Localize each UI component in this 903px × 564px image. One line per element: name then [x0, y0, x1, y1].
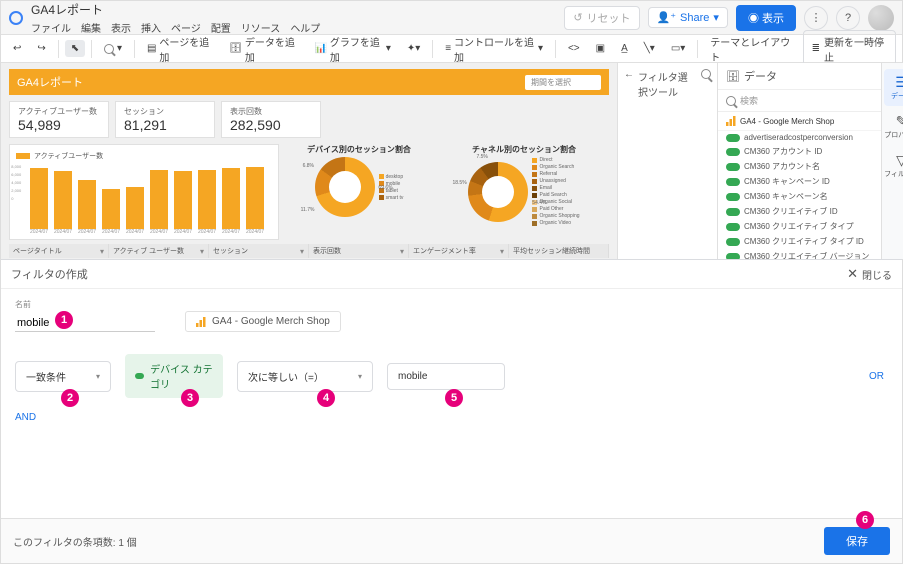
data-icon: 🗄 — [726, 70, 740, 83]
kpi-label: アクティブユーザー数 — [18, 106, 100, 117]
kpi-label: 表示回数 — [230, 106, 312, 117]
kpi-label: セッション — [124, 106, 206, 117]
add-control-button[interactable]: ≡ コントロールを追加 ▾ — [439, 31, 549, 67]
field-item[interactable]: CM360 クリエイティブ バージョン — [718, 249, 881, 259]
filter-clause-count: このフィルタの条項数: 1 個 — [13, 534, 137, 549]
or-button[interactable]: OR — [869, 371, 888, 382]
help-icon[interactable]: ? — [836, 6, 860, 30]
field-item[interactable]: CM360 アカウント名 — [718, 159, 881, 174]
field-item[interactable]: CM360 クリエイティブ タイプ ID — [718, 234, 881, 249]
chart-title: デバイス別のセッション割合 — [307, 144, 411, 155]
select-tool-icon[interactable]: ⬉ — [65, 40, 85, 57]
datasource-name: GA4 - Google Merch Shop — [740, 117, 834, 126]
date-range-control[interactable]: 期間を選択 — [525, 75, 601, 90]
user-avatar[interactable] — [868, 5, 894, 31]
field-item[interactable]: CM360 クリエイティブ タイプ — [718, 219, 881, 234]
theme-button[interactable]: テーマとレイアウト — [704, 31, 798, 67]
dialog-title: フィルタの作成 — [11, 266, 88, 282]
and-button[interactable]: AND — [15, 412, 36, 423]
document-title[interactable]: GA4レポート — [31, 1, 320, 18]
data-panel: 🗄 データ 検索 GA4 - Google Merch Shop advertis… — [717, 63, 881, 259]
redo-icon[interactable]: ↪ — [31, 40, 51, 57]
search-icon[interactable] — [701, 69, 711, 79]
undo-icon[interactable]: ↩ — [7, 40, 27, 57]
kpi-card-active-users[interactable]: アクティブユーザー数 54,989 — [9, 101, 109, 138]
funnel-icon: ▽ — [896, 152, 903, 169]
more-options-icon[interactable]: ⋮ — [804, 6, 828, 30]
kpi-card-sessions[interactable]: セッション 81,291 — [115, 101, 215, 138]
annotation-badge-3: 3 — [181, 389, 199, 407]
list-icon: ☰ — [895, 74, 903, 91]
kpi-value: 81,291 — [124, 117, 206, 133]
reset-button[interactable]: ↺ リセット — [564, 6, 639, 30]
side-tab-data[interactable]: ☰データ — [884, 69, 903, 106]
filter-select-tool-panel: ← フィルタ選択ツール — [617, 63, 717, 259]
view-button[interactable]: ◉ 表示 — [736, 5, 796, 31]
side-tab-filterbar[interactable]: ▽フィルタバ — [884, 147, 903, 184]
community-viz-icon[interactable]: ✦▾ — [401, 40, 426, 57]
ga-icon — [196, 317, 206, 327]
field-search-input[interactable]: 検索 — [718, 90, 881, 112]
add-page-button[interactable]: ▤ ページを追加 — [141, 31, 219, 67]
field-item[interactable]: CM360 キャンペーン ID — [718, 174, 881, 189]
field-item[interactable]: CM360 クリエイティブ ID — [718, 204, 881, 219]
datasource-row[interactable]: GA4 - Google Merch Shop — [718, 112, 881, 131]
annotation-badge-5: 5 — [445, 389, 463, 407]
side-tab-property[interactable]: ✎プロパティ — [884, 108, 903, 145]
donut-channel[interactable]: チャネル別のセッション割合 54.4% 18.5% 7.5% Direct Or… — [439, 144, 609, 226]
back-arrow-icon[interactable]: ← — [624, 69, 634, 80]
filter-create-dialog: フィルタの作成 ✕閉じる 名前 GA4 - Google Merch Shop … — [1, 259, 902, 563]
annotation-badge-2: 2 — [61, 389, 79, 407]
add-data-button[interactable]: 🗄 データを追加 — [223, 31, 304, 67]
field-item[interactable]: advertiseradcostperconversion — [718, 131, 881, 144]
close-icon: ✕ — [847, 266, 858, 282]
looker-logo-icon — [9, 11, 23, 25]
url-embed-icon[interactable]: <> — [562, 40, 586, 57]
dimension-select[interactable]: デバイス カテゴリ — [125, 354, 223, 398]
operator-select[interactable]: 次に等しい（=）▾ — [237, 361, 373, 392]
report-title: GA4レポート — [17, 74, 83, 90]
save-button[interactable]: 保存 — [824, 527, 890, 555]
donut-device[interactable]: デバイス別のセッション割合 69.6% 11.7% 6.8% desktop m… — [289, 144, 429, 217]
menu-view[interactable]: 表示 — [111, 20, 131, 35]
annotation-badge-1: 1 — [55, 311, 73, 329]
share-button[interactable]: 👤⁺ Share ▾ — [648, 7, 728, 28]
datasource-selector[interactable]: GA4 - Google Merch Shop — [185, 311, 341, 332]
bar-chart[interactable]: アクティブユーザー数 2024/07/172024/07/182024/07/1… — [9, 144, 279, 240]
datasource-name: GA4 - Google Merch Shop — [212, 316, 330, 327]
image-icon[interactable]: ▣ — [590, 40, 611, 57]
menu-edit[interactable]: 編集 — [81, 20, 101, 35]
shape-icon[interactable]: ▭▾ — [665, 40, 691, 57]
kpi-value: 54,989 — [18, 117, 100, 133]
table-header-row[interactable]: ページタイトル▾ アクティブ ユーザー数▾ セッション▾ 表示回数▾ エンゲージ… — [9, 244, 609, 258]
ga-icon — [726, 116, 736, 126]
text-icon[interactable]: A̲ — [615, 40, 634, 57]
zoom-icon[interactable]: ▾ — [98, 40, 128, 57]
filter-name-input[interactable] — [15, 314, 155, 332]
panel-title: データ — [744, 68, 777, 84]
name-label: 名前 — [15, 299, 155, 310]
report-canvas[interactable]: GA4レポート 期間を選択 アクティブユーザー数 54,989 セッション 81… — [1, 63, 617, 259]
pause-updates-button[interactable]: ≣ 更新を一時停止 — [803, 30, 896, 68]
panel-title: フィルタ選択ツール — [638, 69, 697, 99]
annotation-badge-6: 6 — [856, 511, 874, 529]
kpi-value: 282,590 — [230, 117, 312, 133]
value-input[interactable]: mobile — [387, 363, 505, 390]
add-chart-button[interactable]: 📊 グラフを追加 ▾ — [308, 31, 396, 67]
bar-legend-label: アクティブユーザー数 — [34, 151, 103, 161]
pencil-icon: ✎ — [896, 113, 903, 130]
close-button[interactable]: ✕閉じる — [847, 266, 892, 282]
field-item[interactable]: CM360 アカウント ID — [718, 144, 881, 159]
line-icon[interactable]: ╲▾ — [638, 40, 661, 57]
menu-file[interactable]: ファイル — [31, 20, 71, 35]
condition-type-select[interactable]: 一致条件▾ — [15, 361, 111, 392]
field-item[interactable]: CM360 キャンペーン名 — [718, 189, 881, 204]
report-title-bar: GA4レポート 期間を選択 — [9, 69, 609, 95]
kpi-card-views[interactable]: 表示回数 282,590 — [221, 101, 321, 138]
annotation-badge-4: 4 — [317, 389, 335, 407]
